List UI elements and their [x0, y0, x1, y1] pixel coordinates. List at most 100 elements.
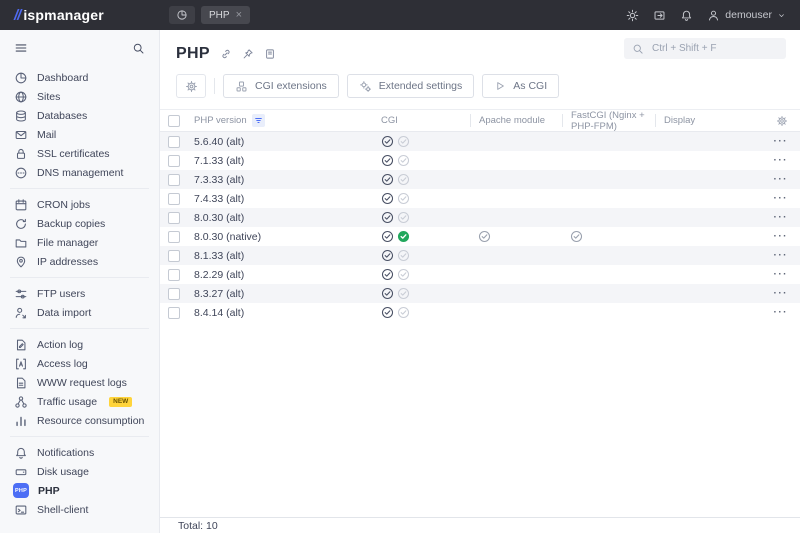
menu-toggle-button[interactable]	[14, 41, 28, 55]
sidebar-item-databases[interactable]: Databases	[0, 106, 159, 125]
cgi-enabled-check-icon[interactable]	[381, 135, 394, 148]
cgi-default-check-icon[interactable]	[397, 135, 410, 148]
cgi-enabled-check-icon[interactable]	[381, 306, 394, 319]
row-checkbox[interactable]	[168, 307, 180, 319]
column-apache-module[interactable]: Apache module	[470, 114, 562, 127]
table-row[interactable]: 8.0.30 (native) ···	[160, 227, 800, 246]
sidebar-item-data-import[interactable]: Data import	[0, 303, 159, 322]
sidebar-item-traffic-usage[interactable]: Traffic usage NEW	[0, 392, 159, 411]
sidebar-item-ssl-certificates[interactable]: SSL certificates	[0, 144, 159, 163]
row-checkbox[interactable]	[168, 269, 180, 281]
tab-php[interactable]: PHP ×	[201, 6, 250, 24]
sidebar-item-notifications[interactable]: Notifications	[0, 443, 159, 462]
column-display[interactable]: Display	[655, 114, 760, 127]
app-logo[interactable]: // ispmanager	[0, 7, 160, 24]
cgi-enabled-check-icon[interactable]	[381, 173, 394, 186]
close-icon[interactable]: ×	[236, 10, 242, 21]
fastcgi-check-icon[interactable]	[570, 230, 583, 243]
row-checkbox[interactable]	[168, 231, 180, 243]
copy-link-button[interactable]	[220, 48, 232, 60]
apache-module-check-icon[interactable]	[478, 230, 491, 243]
cgi-default-check-icon[interactable]	[397, 173, 410, 186]
row-checkbox[interactable]	[168, 136, 180, 148]
cgi-enabled-check-icon[interactable]	[381, 287, 394, 300]
cgi-default-check-icon[interactable]	[397, 230, 410, 243]
row-checkbox[interactable]	[168, 250, 180, 262]
table-row[interactable]: 7.4.33 (alt) ···	[160, 189, 800, 208]
row-menu-button[interactable]: ···	[774, 270, 789, 280]
cgi-default-check-icon[interactable]	[397, 306, 410, 319]
sidebar-item-file-manager[interactable]: File manager	[0, 233, 159, 252]
column-cgi[interactable]: CGI	[381, 115, 470, 126]
table-settings-button[interactable]	[776, 115, 788, 127]
sidebar-item-cron-jobs[interactable]: CRON jobs	[0, 195, 159, 214]
cgi-default-check-icon[interactable]	[397, 268, 410, 281]
table-row[interactable]: 5.6.40 (alt) ···	[160, 132, 800, 151]
go-to-panel-button[interactable]	[653, 9, 666, 22]
sidebar-item-mail[interactable]: Mail	[0, 125, 159, 144]
sidebar-item-www-request-logs[interactable]: WWW request logs	[0, 373, 159, 392]
user-menu[interactable]: demouser	[707, 9, 786, 22]
sidebar-item-access-log[interactable]: Access log	[0, 354, 159, 373]
theme-toggle-button[interactable]	[626, 9, 639, 22]
table-row[interactable]: 7.1.33 (alt) ···	[160, 151, 800, 170]
row-checkbox[interactable]	[168, 288, 180, 300]
sidebar-item-disk-usage[interactable]: Disk usage	[0, 462, 159, 481]
row-checkbox[interactable]	[168, 174, 180, 186]
sidebar-item-backup-copies[interactable]: Backup copies	[0, 214, 159, 233]
cgi-enabled-check-icon[interactable]	[381, 211, 394, 224]
sidebar-item-ip-addresses[interactable]: IP addresses	[0, 252, 159, 271]
table-row[interactable]: 8.1.33 (alt) ···	[160, 246, 800, 265]
sidebar-item-dashboard[interactable]: Dashboard	[0, 68, 159, 87]
select-all-checkbox[interactable]	[168, 115, 180, 127]
row-menu-button[interactable]: ···	[774, 251, 789, 261]
extended-settings-button[interactable]: Extended settings	[347, 74, 474, 98]
sort-button[interactable]	[252, 114, 265, 127]
cgi-default-check-icon[interactable]	[397, 249, 410, 262]
column-fastcgi[interactable]: FastCGI (Nginx + PHP-FPM)	[562, 114, 655, 127]
sidebar-search-button[interactable]	[132, 42, 145, 55]
cgi-enabled-check-icon[interactable]	[381, 230, 394, 243]
notifications-button[interactable]	[680, 9, 693, 22]
row-menu-button[interactable]: ···	[774, 194, 789, 204]
row-checkbox[interactable]	[168, 193, 180, 205]
row-menu-button[interactable]: ···	[774, 175, 789, 185]
cgi-enabled-check-icon[interactable]	[381, 192, 394, 205]
sidebar-item-ftp-users[interactable]: FTP users	[0, 284, 159, 303]
row-menu-button[interactable]: ···	[774, 213, 789, 223]
cgi-default-check-icon[interactable]	[397, 287, 410, 300]
cgi-extensions-button[interactable]: CGI extensions	[223, 74, 339, 98]
search-input[interactable]	[650, 42, 778, 55]
row-menu-button[interactable]: ···	[774, 137, 789, 147]
table-row[interactable]: 8.2.29 (alt) ···	[160, 265, 800, 284]
cgi-enabled-check-icon[interactable]	[381, 154, 394, 167]
sidebar-item-resource-consumption[interactable]: Resource consumption	[0, 411, 159, 430]
row-menu-button[interactable]: ···	[774, 232, 789, 242]
sidebar-item-shell-client[interactable]: Shell-client	[0, 500, 159, 519]
sidebar-item-dns-management[interactable]: DNS management	[0, 163, 159, 182]
row-menu-button[interactable]: ···	[774, 156, 789, 166]
cgi-default-check-icon[interactable]	[397, 154, 410, 167]
cgi-enabled-check-icon[interactable]	[381, 249, 394, 262]
sidebar-item-sites[interactable]: Sites	[0, 87, 159, 106]
sidebar-item-action-log[interactable]: Action log	[0, 335, 159, 354]
cgi-default-check-icon[interactable]	[397, 211, 410, 224]
cgi-default-check-icon[interactable]	[397, 192, 410, 205]
table-row[interactable]: 8.3.27 (alt) ···	[160, 284, 800, 303]
column-php-version[interactable]: PHP version	[194, 115, 247, 126]
row-menu-button[interactable]: ···	[774, 289, 789, 299]
table-row[interactable]: 8.4.14 (alt) ···	[160, 303, 800, 322]
as-cgi-button[interactable]: As CGI	[482, 74, 559, 98]
cgi-enabled-check-icon[interactable]	[381, 268, 394, 281]
docs-button[interactable]	[264, 48, 276, 60]
global-search[interactable]	[624, 38, 786, 59]
table-row[interactable]: 7.3.33 (alt) ···	[160, 170, 800, 189]
row-checkbox[interactable]	[168, 212, 180, 224]
pin-page-button[interactable]	[242, 48, 254, 60]
row-checkbox[interactable]	[168, 155, 180, 167]
dashboard-tab-button[interactable]	[169, 6, 195, 24]
settings-button[interactable]	[176, 74, 206, 98]
row-menu-button[interactable]: ···	[774, 308, 789, 318]
table-row[interactable]: 8.0.30 (alt) ···	[160, 208, 800, 227]
sidebar-item-php[interactable]: PHP PHP	[0, 481, 159, 500]
